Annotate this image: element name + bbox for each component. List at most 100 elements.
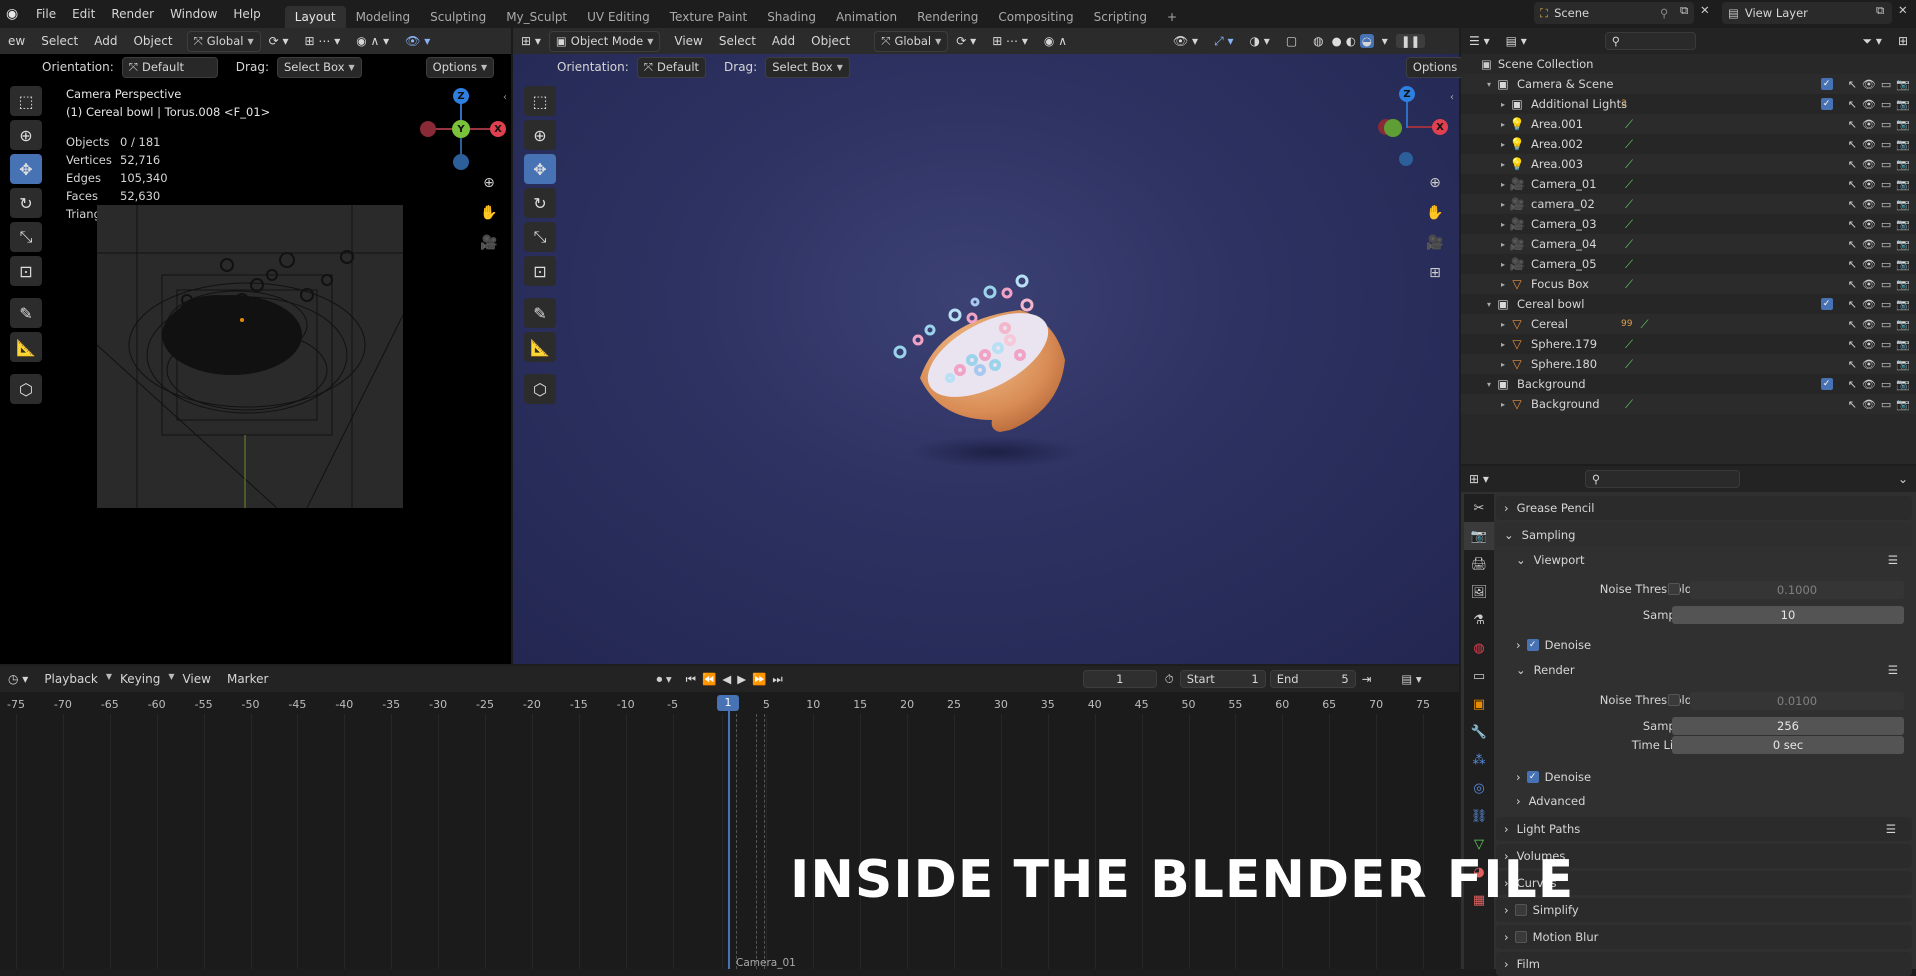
selectable-icon[interactable]: ↖ <box>1848 218 1857 231</box>
viewport-noise-threshold-checkbox[interactable] <box>1668 583 1680 595</box>
gizmo-z-axis[interactable]: Z <box>1399 86 1415 102</box>
timeline-menu-marker[interactable]: Marker <box>219 672 276 686</box>
pause-icon[interactable]: ❚❚ <box>1395 34 1426 48</box>
scale-tool[interactable]: ⤡ <box>10 222 42 252</box>
exclude-checkbox[interactable]: ✓ <box>1820 297 1833 310</box>
tab-shading[interactable]: Shading <box>757 6 826 28</box>
chevron-right-icon[interactable]: ▸ <box>1497 240 1509 249</box>
blender-logo-icon[interactable]: ◉ <box>6 6 28 22</box>
chevron-right-icon[interactable]: ▸ <box>1497 180 1509 189</box>
menu-help[interactable]: Help <box>225 7 268 21</box>
exclude-checkbox[interactable]: ✓ <box>1820 97 1833 110</box>
viewport-disable-icon[interactable]: ▭ <box>1881 258 1891 271</box>
scale-tool[interactable]: ⤡ <box>524 222 556 252</box>
chevron-right-icon[interactable]: ▸ <box>1497 280 1509 289</box>
selectable-icon[interactable]: ↖ <box>1848 278 1857 291</box>
new-view-layer-icon[interactable]: ⧉ <box>1876 3 1884 18</box>
right-drag-dropdown[interactable]: Select Box ▼ <box>765 56 850 78</box>
film-panel[interactable]: › Film <box>1496 952 1912 976</box>
chevron-right-icon[interactable]: ▸ <box>1497 160 1509 169</box>
properties-search-input[interactable]: ⚲ <box>1584 470 1740 488</box>
list-icon[interactable]: ☰ <box>1888 553 1898 567</box>
motion-blur-panel[interactable]: › Motion Blur <box>1496 925 1912 949</box>
snap-icon[interactable]: ⊞ ⋯ ▾ <box>984 34 1036 48</box>
collection-tab-icon[interactable]: ▭ <box>1464 662 1494 690</box>
viewport-disable-icon[interactable]: ▭ <box>1881 138 1891 151</box>
camera-view-icon[interactable]: 🎥 <box>1424 232 1446 254</box>
render-denoise-checkbox[interactable]: ✓ <box>1526 771 1539 783</box>
selectable-icon[interactable]: ↖ <box>1848 318 1857 331</box>
chevron-right-icon[interactable]: ▸ <box>1497 320 1509 329</box>
right-transform-dropdown[interactable]: ⤧ Global ▼ <box>874 30 949 52</box>
outliner-row[interactable]: ▾ ▣ Camera & Scene ✓ ↖ 👁 ▭ 📷 <box>1461 74 1916 94</box>
outliner-row[interactable]: ▾ ▣ Cereal bowl ✓ ↖ 👁 ▭ 📷 <box>1461 294 1916 314</box>
zoom-icon[interactable]: ⊕ <box>478 172 500 194</box>
menu-edit[interactable]: Edit <box>64 7 103 21</box>
selectable-icon[interactable]: ↖ <box>1848 338 1857 351</box>
viewport-samples-field[interactable]: 10 <box>1672 606 1904 624</box>
end-frame-field[interactable]: End 5 <box>1269 670 1356 688</box>
right-menu-view[interactable]: View <box>666 34 710 48</box>
next-keyframe-icon[interactable]: ⏩ <box>752 672 766 686</box>
right-menu-select[interactable]: Select <box>711 34 764 48</box>
timeline-menu-keying[interactable]: Keying <box>112 672 168 686</box>
viewport-disable-icon[interactable]: ▭ <box>1881 118 1891 131</box>
annotate-tool[interactable]: ✎ <box>524 298 556 328</box>
proportional-icon[interactable]: ◉ ∧ ▾ <box>348 34 397 48</box>
render-camera-icon[interactable]: 📷 <box>1896 258 1910 271</box>
object-tab-icon[interactable]: ▣ <box>1464 690 1494 718</box>
tab-layout[interactable]: Layout <box>284 6 346 28</box>
jump-end-icon[interactable]: ⏭ <box>772 672 782 687</box>
menu-render[interactable]: Render <box>103 7 162 21</box>
chevron-right-icon[interactable]: ▸ <box>1497 120 1509 129</box>
exclude-checkbox[interactable]: ✓ <box>1820 377 1833 390</box>
pivot-icon[interactable]: ⟳ ▾ <box>948 34 984 48</box>
outliner-row[interactable]: ▸ ▽ Cereal 99 ⟋ ↖ 👁 ▭ 📷 <box>1461 314 1916 334</box>
selectable-icon[interactable]: ↖ <box>1848 158 1857 171</box>
gizmo-y-axis[interactable] <box>1384 119 1402 137</box>
left-options-dropdown[interactable]: Options ▼ <box>425 56 495 78</box>
outliner-row[interactable]: ▾ ▣ Background ✓ ↖ 👁 ▭ 📷 <box>1461 374 1916 394</box>
measure-tool[interactable]: 📐 <box>524 332 556 362</box>
right-menu-add[interactable]: Add <box>764 34 803 48</box>
time-limit-field[interactable]: 0 sec <box>1672 736 1904 754</box>
filter-icon[interactable]: ⏷ ▾ <box>1854 34 1889 49</box>
overlay-toggle-icon[interactable]: ◑ ▾ <box>1242 34 1278 48</box>
particles-tab-icon[interactable]: ⁂ <box>1464 746 1494 774</box>
shading-wireframe-icon[interactable]: ◍ <box>1305 34 1331 48</box>
outliner-row[interactable]: ▸ 🎥 Camera_03 ⟋ ↖ 👁 ▭ 📷 <box>1461 214 1916 234</box>
viewport-disable-icon[interactable]: ▭ <box>1881 338 1891 351</box>
shading-solid-icon[interactable]: ● <box>1332 34 1342 48</box>
chevron-down-icon[interactable]: ▾ <box>1483 80 1495 89</box>
left-orientation-dropdown[interactable]: ⤧ Default <box>121 56 218 78</box>
eye-icon[interactable]: 👁 <box>1862 78 1876 91</box>
viewport-disable-icon[interactable]: ▭ <box>1881 178 1891 191</box>
tab-sculpting[interactable]: Sculpting <box>420 6 496 28</box>
view-layer-tab-icon[interactable]: 🖼 <box>1464 578 1494 606</box>
mode-dropdown[interactable]: ▣ Object Mode ▼ <box>548 30 661 52</box>
shading-rendered-icon[interactable]: ◒ <box>1359 34 1374 48</box>
outliner-row[interactable]: ▸ 🎥 Camera_05 ⟋ ↖ 👁 ▭ 📷 <box>1461 254 1916 274</box>
eye-icon[interactable]: 👁 <box>1862 398 1876 411</box>
eye-icon[interactable]: 👁 <box>1862 118 1876 131</box>
gizmo-x-axis[interactable]: X <box>490 121 506 137</box>
render-camera-icon[interactable]: 📷 <box>1896 118 1910 131</box>
render-camera-icon[interactable]: 📷 <box>1896 198 1910 211</box>
current-frame-indicator[interactable]: 1 <box>717 695 739 711</box>
render-camera-icon[interactable]: 📷 <box>1896 398 1910 411</box>
proportional-icon[interactable]: ◉ ∧ <box>1036 34 1075 48</box>
outliner-row[interactable]: ▸ ▽ Background ⟋ ↖ 👁 ▭ 📷 <box>1461 394 1916 414</box>
motion-blur-checkbox[interactable] <box>1514 931 1527 943</box>
viewport-disable-icon[interactable]: ▭ <box>1881 238 1891 251</box>
visibility-icon[interactable]: 👁 ▾ <box>397 34 438 48</box>
eye-icon[interactable]: 👁 <box>1862 158 1876 171</box>
viewport-disable-icon[interactable]: ▭ <box>1881 198 1891 211</box>
add-cube-tool[interactable]: ⬡ <box>524 374 556 404</box>
cursor-tool[interactable]: ⊕ <box>524 120 556 150</box>
left-menu-ew[interactable]: ew <box>0 34 33 48</box>
eye-icon[interactable]: 👁 <box>1862 238 1876 251</box>
constraints-tab-icon[interactable]: ⛓ <box>1464 802 1494 830</box>
properties-options-icon[interactable]: ⌄ <box>1890 472 1916 486</box>
list-icon[interactable]: ☰ <box>1888 663 1898 677</box>
selectable-icon[interactable]: ↖ <box>1848 198 1857 211</box>
